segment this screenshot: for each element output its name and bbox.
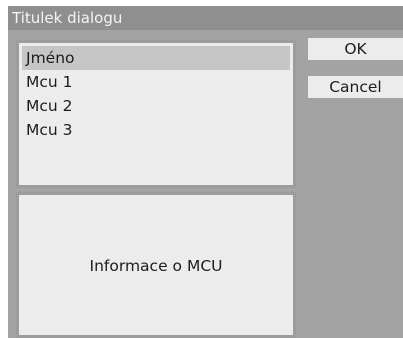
- list-item-header[interactable]: Jméno: [22, 46, 290, 70]
- mcu-info-text: Informace o MCU: [89, 257, 223, 275]
- ok-button[interactable]: OK: [308, 38, 403, 60]
- dialog-window: Titulek dialogu Jméno Mcu 1 Mcu 2 Mcu 3 …: [8, 6, 403, 338]
- list-item-mcu-2[interactable]: Mcu 2: [22, 94, 73, 118]
- left-panel: Jméno Mcu 1 Mcu 2 Mcu 3 Informace o MCU: [8, 36, 298, 338]
- list-item-mcu-1[interactable]: Mcu 1: [22, 70, 73, 94]
- mcu-info-panel: Informace o MCU: [16, 192, 296, 338]
- cancel-button[interactable]: Cancel: [308, 76, 403, 98]
- mcu-list[interactable]: Jméno Mcu 1 Mcu 2 Mcu 3: [16, 40, 296, 188]
- list-item-mcu-3[interactable]: Mcu 3: [22, 118, 73, 142]
- dialog-title: Titulek dialogu: [8, 6, 403, 30]
